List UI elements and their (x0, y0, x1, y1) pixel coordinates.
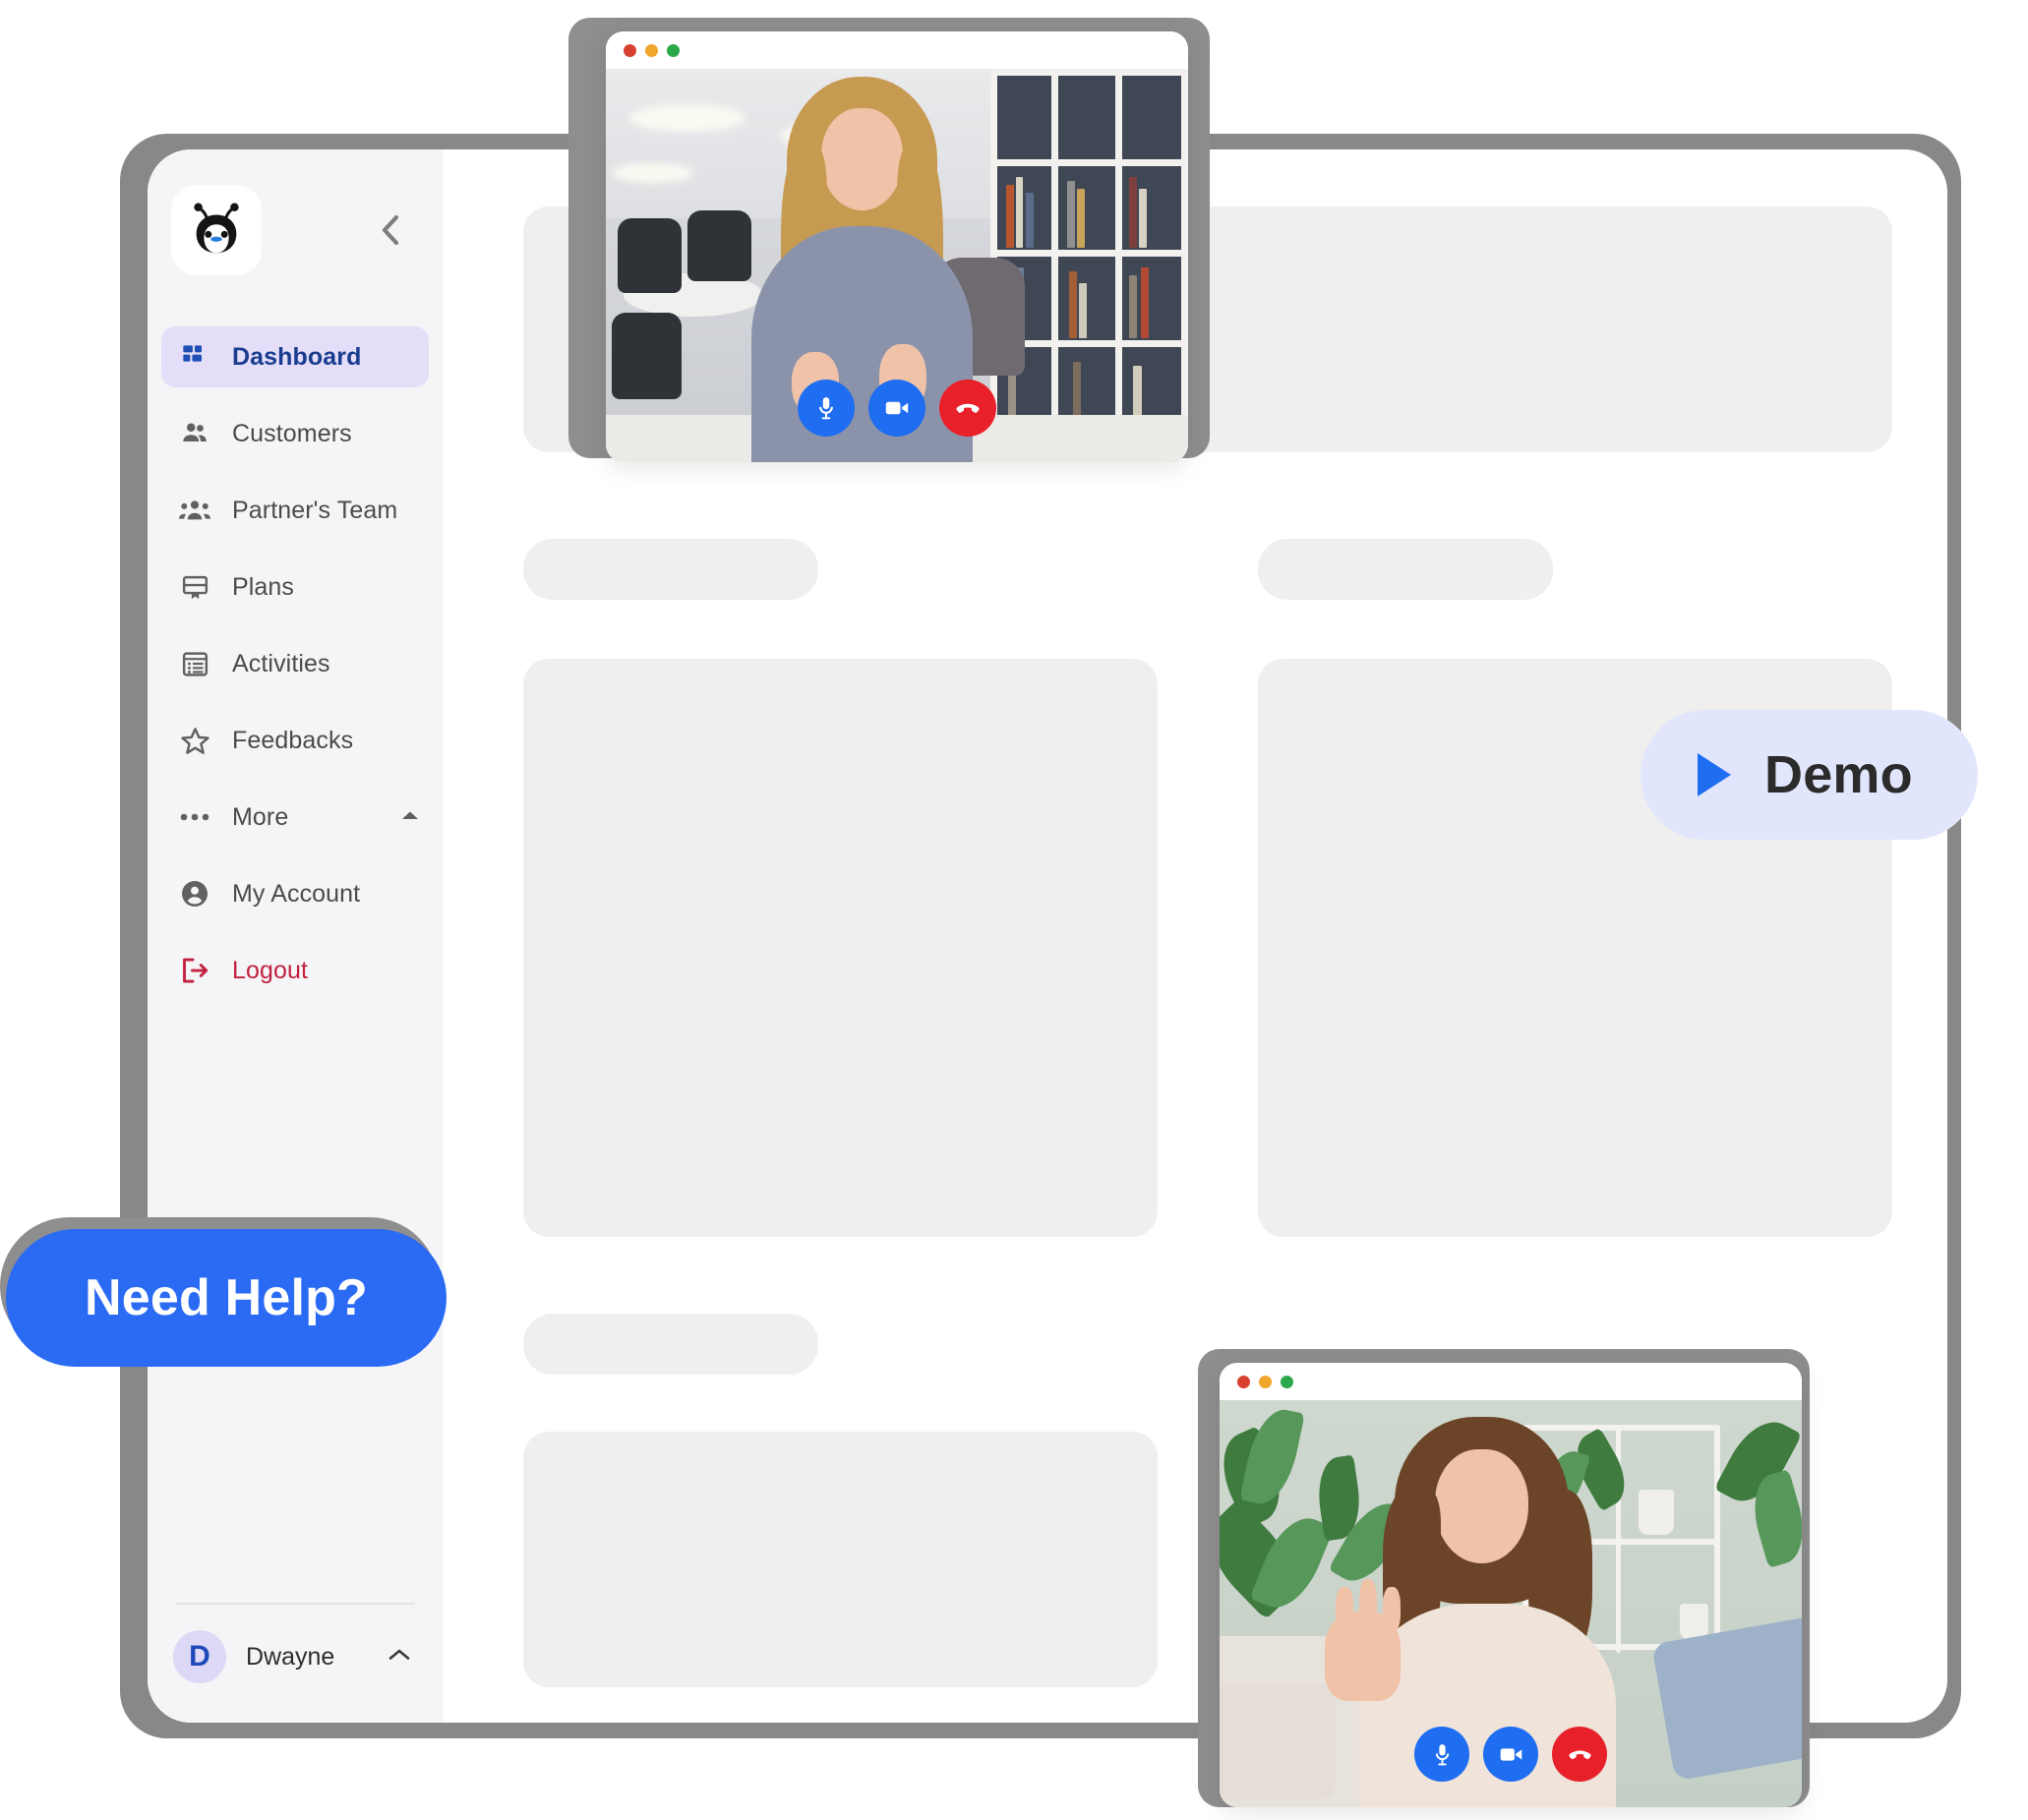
sidebar-item-label: Activities (232, 649, 330, 677)
hangup-button[interactable] (939, 380, 996, 437)
sidebar-item-label: Dashboard (232, 342, 362, 371)
video-camera-icon (1500, 1747, 1521, 1761)
sidebar-header (148, 149, 443, 275)
profile-menu-button[interactable]: D Dwayne (148, 1630, 443, 1683)
demo-label: Demo (1764, 745, 1913, 804)
avatar: D (173, 1630, 226, 1683)
sidebar-footer: D Dwayne (148, 1603, 443, 1723)
section-title-placeholder (1258, 539, 1553, 600)
camera-button[interactable] (868, 380, 925, 437)
video-call-window-bottom (1220, 1363, 1802, 1807)
section-title-placeholder (523, 1314, 818, 1375)
need-help-button[interactable]: Need Help? (6, 1229, 447, 1367)
sidebar-item-dashboard[interactable]: Dashboard (161, 326, 429, 387)
sidebar-nav: Dashboard Customers Partner's Team Plans… (148, 326, 443, 1001)
sidebar-item-logout[interactable]: Logout (161, 940, 429, 1001)
card-placeholder (523, 1432, 1158, 1687)
sidebar-item-plans[interactable]: Plans (161, 557, 429, 617)
play-icon (1698, 753, 1731, 796)
camera-button[interactable] (1483, 1727, 1538, 1782)
bug-mascot-logo-icon[interactable] (171, 185, 262, 275)
minimize-traffic-light-icon[interactable] (645, 43, 658, 57)
user-circle-icon (179, 878, 210, 910)
microphone-button[interactable] (1414, 1727, 1469, 1782)
sidebar-item-label: Plans (232, 572, 295, 601)
need-help-label: Need Help? (84, 1269, 369, 1326)
microphone-icon (1435, 1743, 1449, 1765)
hangup-phone-icon (1568, 1749, 1591, 1759)
sidebar-item-label: Feedbacks (232, 726, 354, 754)
sidebar-item-label: Customers (232, 419, 352, 447)
sidebar-item-customers[interactable]: Customers (161, 403, 429, 464)
chevron-up-icon (399, 808, 421, 827)
sidebar-item-label: Partner's Team (232, 496, 398, 524)
sidebar-item-label: Logout (232, 956, 309, 984)
microphone-icon (819, 397, 833, 420)
people-icon (179, 418, 210, 449)
sidebar-item-more[interactable]: More (161, 787, 429, 848)
group-icon (179, 495, 210, 526)
maximize-traffic-light-icon[interactable] (1281, 1375, 1293, 1388)
minimize-traffic-light-icon[interactable] (1259, 1375, 1272, 1388)
chevron-up-icon (386, 1646, 413, 1669)
demo-badge[interactable]: Demo (1640, 710, 1978, 840)
close-traffic-light-icon[interactable] (1237, 1375, 1250, 1388)
close-traffic-light-icon[interactable] (624, 43, 636, 57)
content-column-left (523, 539, 1158, 1687)
video-titlebar (606, 31, 1188, 69)
plans-icon (179, 571, 210, 603)
divider (175, 1603, 415, 1605)
video-call-controls (1414, 1727, 1607, 1782)
collapse-sidebar-button[interactable] (368, 207, 413, 253)
list-icon (179, 648, 210, 679)
screenshot-stage: Dashboard Customers Partner's Team Plans… (0, 0, 2028, 1820)
video-call-window-top (606, 31, 1188, 462)
card-placeholder (523, 659, 1158, 1237)
sidebar-item-label: More (232, 802, 289, 831)
grid-icon (179, 341, 210, 373)
hangup-phone-icon (956, 403, 980, 413)
video-call-controls (798, 380, 996, 437)
sidebar: Dashboard Customers Partner's Team Plans… (148, 149, 443, 1723)
video-camera-icon (885, 401, 909, 415)
sidebar-item-my-account[interactable]: My Account (161, 863, 429, 924)
hangup-button[interactable] (1552, 1727, 1607, 1782)
ellipsis-icon (179, 801, 210, 833)
sidebar-item-label: My Account (232, 879, 361, 908)
microphone-button[interactable] (798, 380, 855, 437)
star-icon (179, 725, 210, 756)
maximize-traffic-light-icon[interactable] (667, 43, 680, 57)
sidebar-item-partners-team[interactable]: Partner's Team (161, 480, 429, 541)
profile-name: Dwayne (246, 1642, 335, 1671)
video-feed (606, 69, 1188, 462)
section-title-placeholder (523, 539, 818, 600)
chevron-left-icon (382, 214, 399, 246)
sidebar-item-feedbacks[interactable]: Feedbacks (161, 710, 429, 771)
sidebar-item-activities[interactable]: Activities (161, 633, 429, 694)
video-titlebar (1220, 1363, 1802, 1400)
video-feed (1220, 1400, 1802, 1807)
logout-icon (179, 955, 210, 986)
